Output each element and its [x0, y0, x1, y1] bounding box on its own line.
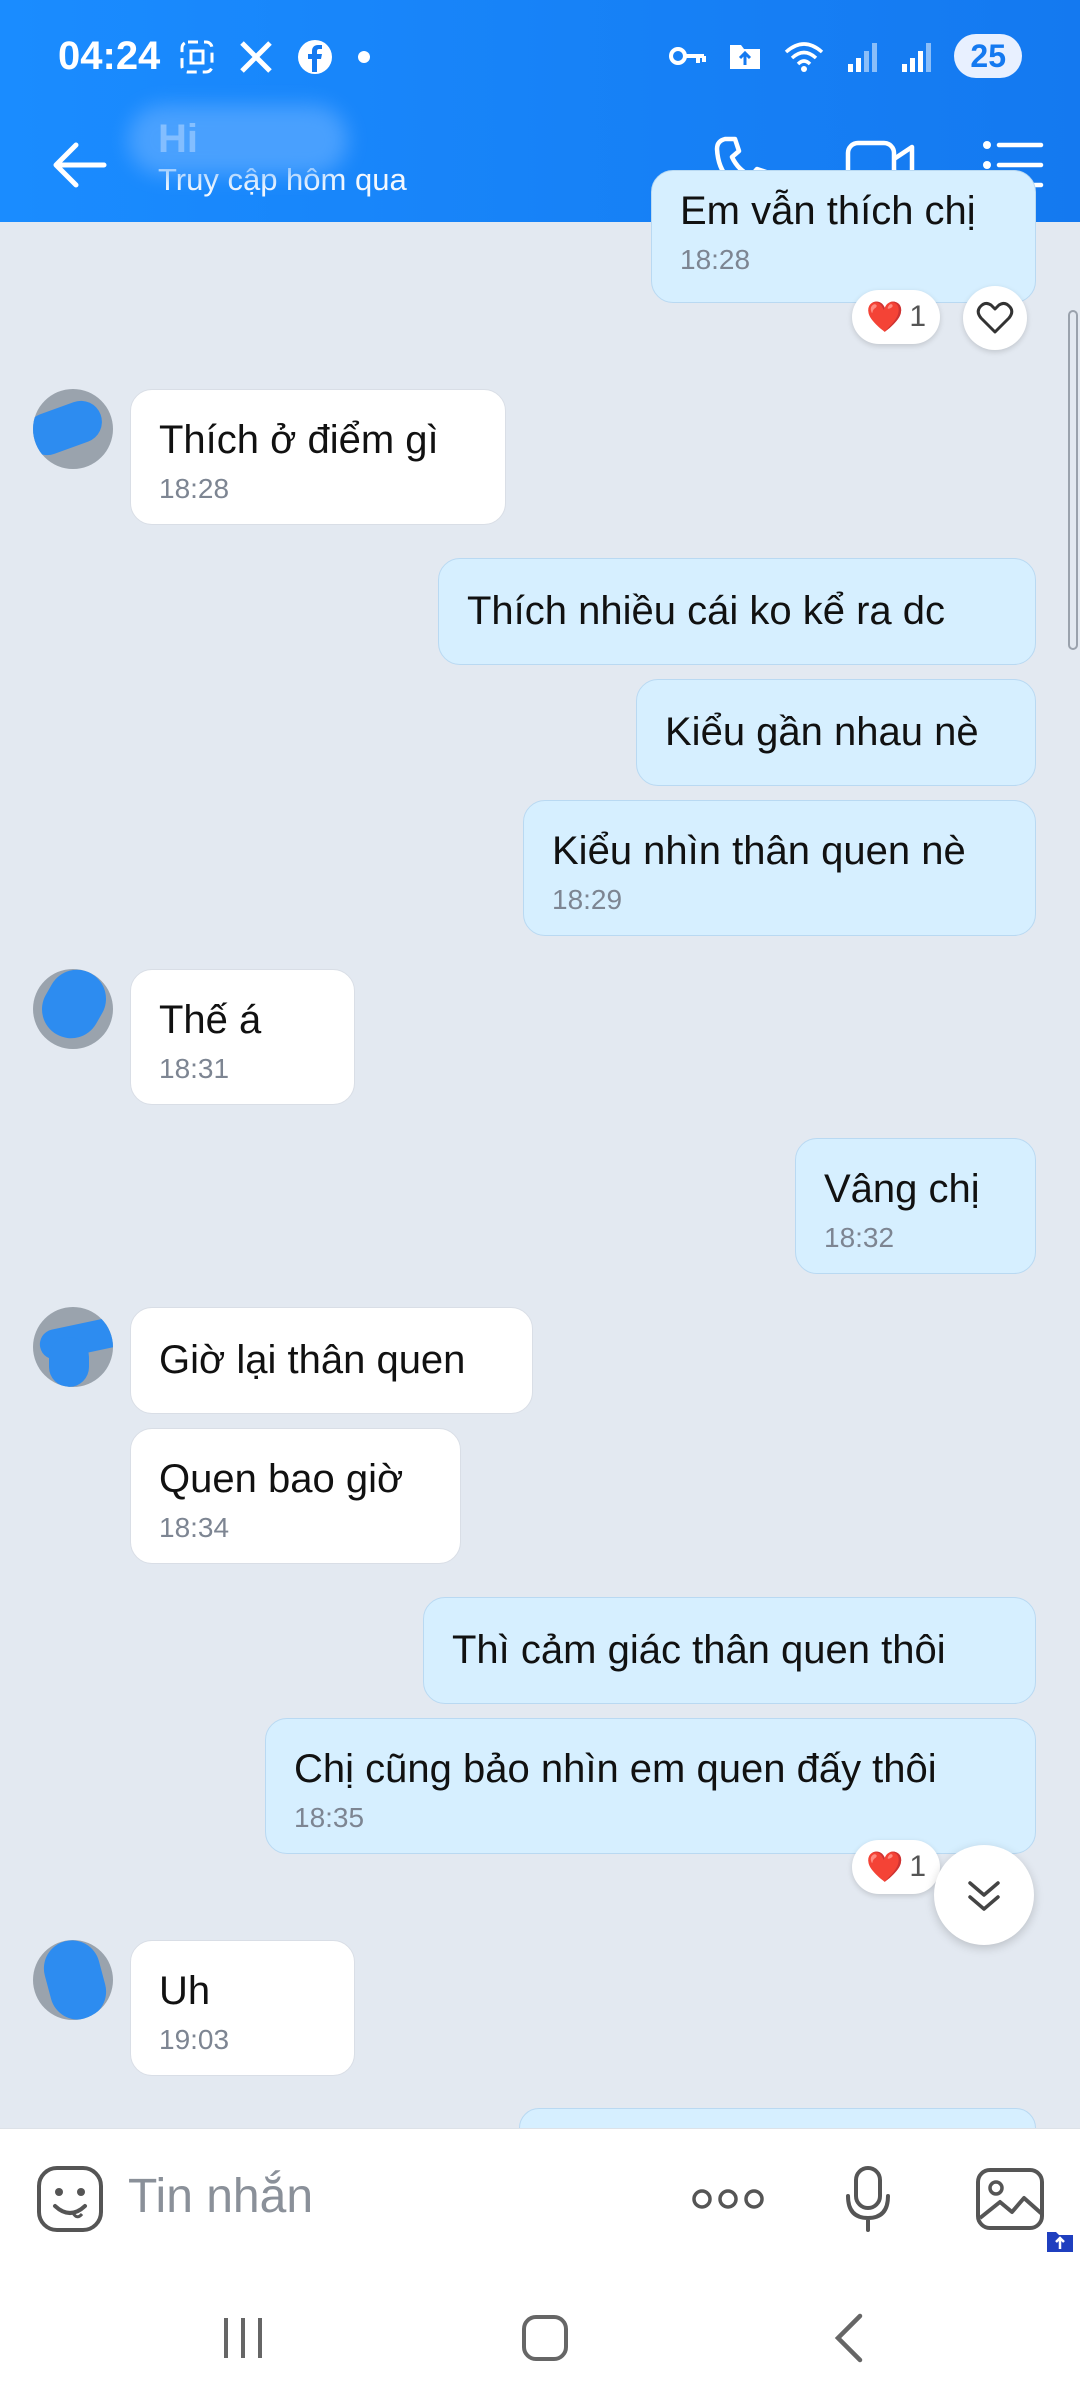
- upload-badge-icon: [1047, 2232, 1073, 2252]
- key-icon: [669, 47, 707, 65]
- message-text: Chị cũng bảo nhìn em quen đấy thôi: [294, 1747, 937, 1791]
- message-time: 18:28: [680, 244, 751, 275]
- message-incoming[interactable]: Quen bao giờ 18:34: [130, 1428, 461, 1564]
- message-time: 18:35: [294, 1802, 365, 1833]
- avatar[interactable]: [33, 1307, 113, 1387]
- screenshot-icon: [180, 40, 214, 74]
- message-time: 18:29: [552, 884, 623, 915]
- system-navigation-bar: [0, 2273, 1080, 2400]
- home-button[interactable]: [505, 2303, 585, 2373]
- emoji-icon: [37, 2166, 103, 2232]
- message-incoming[interactable]: Uh 19:03: [130, 1940, 355, 2076]
- reaction-badge[interactable]: ❤️ 1: [852, 290, 941, 344]
- recents-icon: [224, 2318, 262, 2358]
- scrollbar[interactable]: [1068, 310, 1078, 650]
- avatar[interactable]: [33, 389, 113, 469]
- message-text: Em vẫn thích chị: [680, 189, 976, 233]
- message-time: 18:32: [824, 1222, 895, 1253]
- message-input-bar: Tin nhắn: [0, 2128, 1080, 2274]
- emoji-button[interactable]: [30, 2159, 110, 2239]
- message-outgoing[interactable]: Kiểu nhìn thân quen nè 18:29: [523, 800, 1036, 936]
- signal-icon-1: [848, 43, 878, 72]
- battery-indicator: 25: [954, 34, 1022, 78]
- message-outgoing[interactable]: Chị cũng bảo nhìn em quen đấy thôi 18:35: [265, 1718, 1036, 1854]
- system-icons: 25: [668, 34, 1022, 78]
- system-back-button[interactable]: [808, 2303, 888, 2373]
- message-text: Thích ở điểm gì: [159, 418, 439, 462]
- message-text: Uh: [159, 1969, 211, 2013]
- x-app-icon: [240, 41, 272, 73]
- react-button[interactable]: [963, 286, 1027, 350]
- message-text: Thế á: [159, 998, 262, 1042]
- message-incoming[interactable]: Giờ lại thân quen: [130, 1307, 533, 1414]
- message-input[interactable]: Tin nhắn: [128, 2169, 313, 2224]
- message-outgoing[interactable]: Thì cảm giác thân quen thôi: [423, 1597, 1036, 1704]
- heart-reaction-icon: ❤️: [866, 300, 904, 334]
- message-text: Giờ lại thân quen: [159, 1338, 466, 1382]
- message-text: Kiểu gần nhau nè: [665, 710, 979, 754]
- image-icon: [976, 2168, 1044, 2230]
- message-time: 18:31: [159, 1053, 230, 1084]
- status-bar: 04:24 25: [0, 0, 1080, 115]
- upload-folder-icon: [730, 45, 761, 69]
- message-time: 19:03: [159, 2024, 230, 2055]
- back-button[interactable]: [48, 133, 112, 197]
- chevron-double-down-icon: [968, 1881, 1000, 1911]
- redaction-blur: [128, 105, 348, 175]
- message-text: Kiểu nhìn thân quen nè: [552, 829, 966, 873]
- message-text: Quen bao giờ: [159, 1457, 404, 1501]
- message-incoming[interactable]: Thế á 18:31: [130, 969, 355, 1105]
- mic-icon: [846, 2166, 890, 2232]
- notification-icons: [178, 38, 372, 76]
- image-picker-button[interactable]: [970, 2159, 1050, 2239]
- message-outgoing[interactable]: Thích nhiều cái ko kể ra dc: [438, 558, 1036, 665]
- message-text: Thích nhiều cái ko kể ra dc: [467, 589, 946, 633]
- signal-icon-2: [902, 43, 932, 72]
- avatar[interactable]: [33, 969, 113, 1049]
- more-options-button[interactable]: [688, 2159, 768, 2239]
- home-icon: [522, 2315, 568, 2361]
- message-time: 18:34: [159, 1512, 230, 1543]
- message-outgoing[interactable]: Vâng chị 18:32: [795, 1138, 1036, 1274]
- scroll-to-bottom-button[interactable]: [934, 1845, 1034, 1945]
- dot-icon: [358, 51, 370, 63]
- message-time: 18:28: [159, 473, 230, 504]
- back-arrow-icon: [53, 142, 107, 188]
- voice-record-button[interactable]: [828, 2159, 908, 2239]
- message-text: Vâng chị: [824, 1167, 980, 1211]
- more-icon: [692, 2189, 764, 2209]
- wifi-icon: [785, 42, 824, 72]
- facebook-icon: [298, 40, 332, 74]
- heart-reaction-icon: ❤️: [866, 1850, 904, 1884]
- avatar[interactable]: [33, 1940, 113, 2020]
- reaction-badge[interactable]: ❤️ 1: [852, 1840, 941, 1894]
- message-text: Thì cảm giác thân quen thôi: [452, 1628, 946, 1672]
- recent-apps-button[interactable]: [203, 2303, 283, 2373]
- message-incoming[interactable]: Thích ở điểm gì 18:28: [130, 389, 506, 525]
- status-time: 04:24: [58, 34, 161, 78]
- message-outgoing[interactable]: Em vẫn thích chị 18:28: [651, 170, 1036, 303]
- reaction-count: 1: [909, 1850, 927, 1883]
- reaction-count: 1: [909, 300, 927, 333]
- message-outgoing[interactable]: Kiểu gần nhau nè: [636, 679, 1036, 786]
- heart-icon: [976, 301, 1014, 334]
- chevron-left-icon: [834, 2313, 863, 2363]
